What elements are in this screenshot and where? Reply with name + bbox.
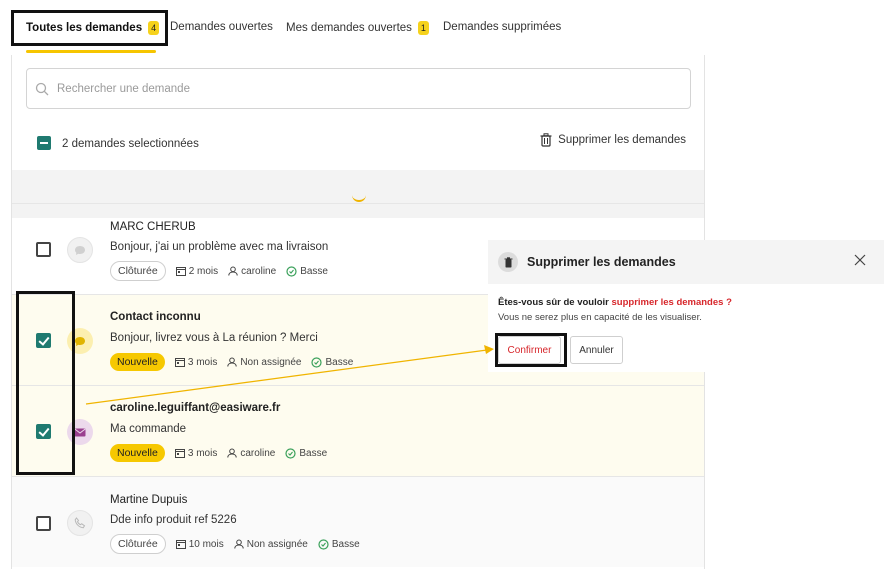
confirm-button[interactable]: Confirmer <box>498 336 561 364</box>
search-box[interactable] <box>26 68 691 109</box>
priority-icon <box>285 447 296 459</box>
tab-label: Toutes les demandes <box>26 22 143 34</box>
assignee: caroline <box>241 265 277 277</box>
chat-icon <box>75 245 85 255</box>
status-badge: Nouvelle <box>110 353 165 371</box>
request-message: Bonjour, livrez vous à La réunion ? Merc… <box>110 332 318 344</box>
requester-name: caroline.leguiffant@easiware.fr <box>110 402 281 414</box>
request-message: Dde info produit ref 5226 <box>110 514 237 526</box>
status-badge: Clôturée <box>110 534 166 554</box>
user-icon <box>228 266 238 276</box>
delete-requests-label: Supprimer les demandes <box>558 134 686 146</box>
count-badge: 4 <box>148 21 160 35</box>
user-icon <box>227 357 238 367</box>
channel-badge <box>67 419 93 445</box>
request-age: 3 mois <box>187 447 218 459</box>
requester-name: Martine Dupuis <box>110 494 188 506</box>
priority: Basse <box>299 447 328 459</box>
request-meta: Clôturée 2 mois caroline Basse <box>110 261 328 281</box>
mail-icon <box>74 428 86 436</box>
calendar-icon <box>174 358 185 367</box>
priority-icon <box>318 538 329 550</box>
close-icon[interactable] <box>854 254 866 266</box>
requester-name: Contact inconnu <box>110 311 201 323</box>
selection-bar: 2 demandes selectionnées Supprimer les d… <box>36 133 686 155</box>
priority: Basse <box>300 265 328 277</box>
request-row[interactable]: caroline.leguiffant@easiware.fr Ma comma… <box>12 385 704 476</box>
trash-icon <box>504 256 512 267</box>
row-checkbox[interactable] <box>36 424 51 439</box>
request-age: 2 mois <box>188 265 219 277</box>
assignee: caroline <box>240 447 276 459</box>
tab-deleted-requests[interactable]: Demandes supprimées <box>443 21 561 33</box>
request-meta: Nouvelle 3 mois caroline Basse <box>110 444 327 462</box>
dialog-question: Êtes-vous sûr de vouloir supprimer les d… <box>498 297 732 308</box>
row-checkbox[interactable] <box>36 333 51 348</box>
priority-icon <box>311 356 323 368</box>
request-age: 3 mois <box>187 356 218 368</box>
chat-icon <box>75 336 85 346</box>
status-badge: Clôturée <box>110 261 166 281</box>
delete-confirm-dialog: Supprimer les demandes Êtes-vous sûr de … <box>488 240 884 372</box>
tab-label: Demandes supprimées <box>443 21 562 33</box>
search-input[interactable] <box>57 82 657 95</box>
request-age: 10 mois <box>188 538 224 550</box>
assignee: Non assignée <box>246 538 308 550</box>
active-tab-indicator <box>26 50 156 53</box>
tab-all-requests[interactable]: Toutes les demandes 4 <box>26 21 160 35</box>
question-prefix: Êtes-vous sûr de vouloir <box>498 297 612 308</box>
dialog-subtext: Vous ne serez plus en capacité de les vi… <box>498 312 702 323</box>
channel-badge <box>67 328 93 354</box>
user-icon <box>227 448 238 458</box>
request-row[interactable]: Martine Dupuis Dde info produit ref 5226… <box>12 476 704 567</box>
status-badge: Nouvelle <box>110 444 165 462</box>
assignee: Non assignée <box>240 356 302 368</box>
dialog-trash-badge <box>498 252 518 272</box>
calendar-icon <box>174 449 185 458</box>
priority: Basse <box>325 356 354 368</box>
request-meta: Clôturée 10 mois Non assignée Basse <box>110 534 360 554</box>
tab-open-requests[interactable]: Demandes ouvertes <box>170 21 273 33</box>
tab-label: Demandes ouvertes <box>170 21 273 33</box>
cancel-button[interactable]: Annuler <box>570 336 623 364</box>
channel-badge <box>67 237 93 263</box>
dialog-header: Supprimer les demandes <box>488 240 884 284</box>
requester-name: MARC CHERUB <box>110 221 196 233</box>
calendar-icon <box>175 540 186 549</box>
calendar-icon <box>175 267 186 276</box>
question-highlight: supprimer les demandes ? <box>611 297 732 308</box>
select-all-checkbox[interactable] <box>37 136 51 150</box>
priority-icon <box>286 265 297 277</box>
user-icon <box>234 539 244 549</box>
row-checkbox[interactable] <box>36 242 51 257</box>
row-checkbox[interactable] <box>36 516 51 531</box>
trash-icon <box>540 133 552 147</box>
dialog-title: Supprimer les demandes <box>527 255 676 269</box>
search-icon <box>35 82 49 95</box>
tab-label: Mes demandes ouvertes <box>286 22 412 34</box>
request-meta: Nouvelle 3 mois Non assignée Basse <box>110 353 353 371</box>
tab-bar: Toutes les demandes 4 Demandes ouvertes … <box>0 0 884 54</box>
priority: Basse <box>331 538 360 550</box>
phone-icon <box>74 517 86 529</box>
tab-my-open-requests[interactable]: Mes demandes ouvertes 1 <box>286 21 429 35</box>
delete-requests-button[interactable]: Supprimer les demandes <box>540 133 686 147</box>
count-badge: 1 <box>417 21 429 35</box>
channel-badge <box>67 510 93 536</box>
request-message: Bonjour, j'ai un problème avec ma livrai… <box>110 241 329 253</box>
selection-count: 2 demandes selectionnées <box>62 138 199 150</box>
request-message: Ma commande <box>110 423 187 435</box>
loading-spinner <box>352 194 366 202</box>
